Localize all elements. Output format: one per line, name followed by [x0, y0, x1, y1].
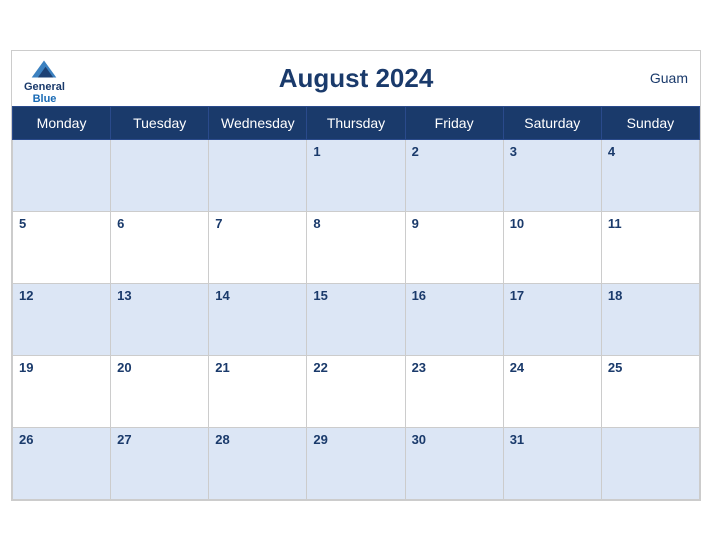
day-number: 3: [510, 144, 517, 159]
day-number: 18: [608, 288, 622, 303]
calendar-title: August 2024: [28, 63, 684, 94]
day-cell-20: 20: [111, 355, 209, 427]
day-number: 17: [510, 288, 524, 303]
week-row-1: 1 2 3 4: [13, 139, 700, 211]
day-number: 7: [215, 216, 222, 231]
weekday-header-row: Monday Tuesday Wednesday Thursday Friday…: [13, 106, 700, 139]
empty-cell-4-6: [601, 427, 699, 499]
day-number: 24: [510, 360, 524, 375]
day-cell-31: 31: [503, 427, 601, 499]
day-number: 26: [19, 432, 33, 447]
day-cell-3: 3: [503, 139, 601, 211]
day-number: 4: [608, 144, 615, 159]
day-number: 27: [117, 432, 131, 447]
day-cell-11: 11: [601, 211, 699, 283]
day-cell-27: 27: [111, 427, 209, 499]
calendar-grid: Monday Tuesday Wednesday Thursday Friday…: [12, 106, 700, 500]
day-cell-13: 13: [111, 283, 209, 355]
day-number: 19: [19, 360, 33, 375]
day-number: 1: [313, 144, 320, 159]
calendar-header: General Blue August 2024 Guam: [12, 51, 700, 106]
day-number: 11: [608, 216, 622, 231]
region-label: Guam: [650, 70, 688, 86]
day-cell-21: 21: [209, 355, 307, 427]
day-cell-15: 15: [307, 283, 405, 355]
empty-cell-0-2: [209, 139, 307, 211]
day-cell-1: 1: [307, 139, 405, 211]
calendar-body: 1234567891011121314151617181920212223242…: [13, 139, 700, 499]
day-cell-12: 12: [13, 283, 111, 355]
day-cell-22: 22: [307, 355, 405, 427]
day-number: 15: [313, 288, 327, 303]
day-number: 2: [412, 144, 419, 159]
day-cell-7: 7: [209, 211, 307, 283]
col-sunday: Sunday: [601, 106, 699, 139]
day-number: 31: [510, 432, 524, 447]
week-row-5: 26 27 28 29 30 31: [13, 427, 700, 499]
day-number: 20: [117, 360, 131, 375]
day-cell-25: 25: [601, 355, 699, 427]
col-wednesday: Wednesday: [209, 106, 307, 139]
col-monday: Monday: [13, 106, 111, 139]
empty-cell-0-0: [13, 139, 111, 211]
logo-icon: [30, 59, 58, 79]
day-number: 28: [215, 432, 229, 447]
day-cell-28: 28: [209, 427, 307, 499]
logo-area: General Blue: [24, 59, 65, 105]
calendar-container: General Blue August 2024 Guam Monday Tue…: [11, 50, 701, 501]
day-cell-10: 10: [503, 211, 601, 283]
day-number: 12: [19, 288, 33, 303]
day-number: 5: [19, 216, 26, 231]
day-cell-16: 16: [405, 283, 503, 355]
day-cell-18: 18: [601, 283, 699, 355]
day-number: 13: [117, 288, 131, 303]
day-number: 25: [608, 360, 622, 375]
col-friday: Friday: [405, 106, 503, 139]
day-number: 23: [412, 360, 426, 375]
day-cell-14: 14: [209, 283, 307, 355]
col-thursday: Thursday: [307, 106, 405, 139]
col-tuesday: Tuesday: [111, 106, 209, 139]
logo-general: General: [24, 81, 65, 93]
day-number: 16: [412, 288, 426, 303]
day-cell-2: 2: [405, 139, 503, 211]
day-cell-6: 6: [111, 211, 209, 283]
day-cell-5: 5: [13, 211, 111, 283]
empty-cell-0-1: [111, 139, 209, 211]
day-cell-17: 17: [503, 283, 601, 355]
day-cell-9: 9: [405, 211, 503, 283]
day-cell-19: 19: [13, 355, 111, 427]
day-cell-8: 8: [307, 211, 405, 283]
day-number: 21: [215, 360, 229, 375]
week-row-4: 19 20 21 22 23 24 25: [13, 355, 700, 427]
day-number: 6: [117, 216, 124, 231]
week-row-2: 5 6 7 8 9 10 11: [13, 211, 700, 283]
day-number: 22: [313, 360, 327, 375]
logo-blue: Blue: [33, 93, 57, 105]
day-cell-29: 29: [307, 427, 405, 499]
day-cell-24: 24: [503, 355, 601, 427]
day-number: 10: [510, 216, 524, 231]
day-cell-30: 30: [405, 427, 503, 499]
day-number: 30: [412, 432, 426, 447]
week-row-3: 12 13 14 15 16 17 18: [13, 283, 700, 355]
day-number: 14: [215, 288, 229, 303]
day-number: 9: [412, 216, 419, 231]
day-cell-23: 23: [405, 355, 503, 427]
day-number: 8: [313, 216, 320, 231]
col-saturday: Saturday: [503, 106, 601, 139]
day-number: 29: [313, 432, 327, 447]
day-cell-26: 26: [13, 427, 111, 499]
day-cell-4: 4: [601, 139, 699, 211]
